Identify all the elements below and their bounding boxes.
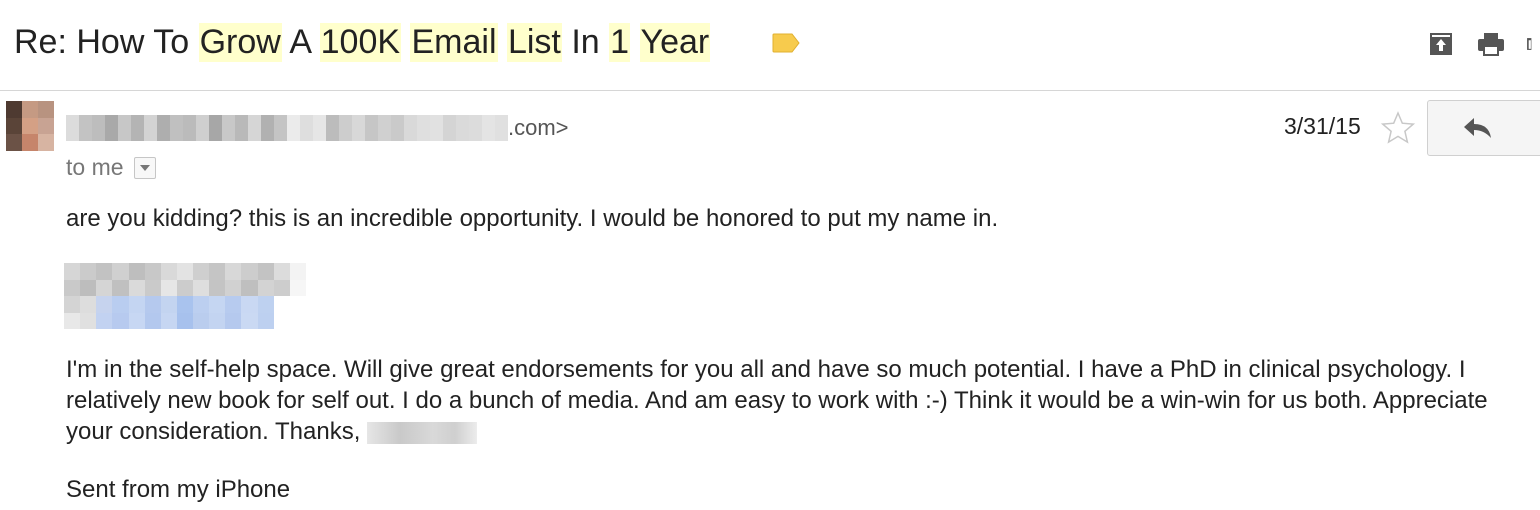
email-subject: Re: How To Grow A 100K Email List In 1 Y… [14,18,711,66]
sender-domain: .com> [508,115,569,140]
blurred-signature-name [367,421,478,444]
blurred-image [64,263,306,329]
subject-segment [401,23,410,62]
show-details-button[interactable] [133,156,156,179]
subject-segment: In [561,22,610,61]
subject-highlight: 1 [609,22,631,62]
recipient-label: to me [66,154,124,180]
subject-segment [630,23,639,62]
avatar[interactable] [6,101,54,151]
message-date: 3/31/15 [1284,113,1361,139]
new-window-icon[interactable] [1526,30,1540,58]
message-paragraph-text: I'm in the self-help space. Will give gr… [66,356,1488,445]
header-actions [1426,30,1540,58]
sender-address[interactable]: .com> [66,113,569,143]
subject-highlight: Year [639,22,711,62]
subject-segment: Re: How To [14,22,199,61]
recipient-line: to me [66,154,156,181]
message-paragraph: are you kidding? this is an incredible o… [66,205,999,232]
message-signature: Sent from my iPhone [66,476,291,503]
chevron-down-icon [139,164,150,171]
subject-segment [498,23,507,62]
subject-highlight: Email [410,22,498,62]
subject-segment: A [281,22,320,61]
subject-highlight: Grow [198,22,282,62]
star-icon[interactable] [1380,110,1416,146]
archive-icon[interactable] [1426,30,1456,58]
reply-icon [1464,118,1491,138]
reply-button[interactable] [1427,100,1540,156]
print-icon[interactable] [1476,30,1506,58]
header-divider [0,90,1540,91]
subject-highlight: 100K [319,22,402,62]
blurred-sender-name [66,115,508,141]
message-paragraph: I'm in the self-help space. Will give gr… [66,354,1526,447]
subject-highlight: List [506,22,562,62]
label-tag-icon[interactable] [772,33,800,53]
